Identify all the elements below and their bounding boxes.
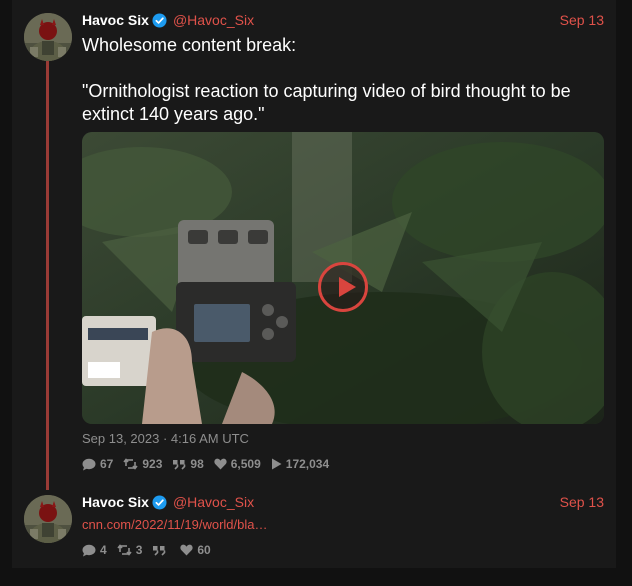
display-name[interactable]: Havoc Six	[82, 494, 149, 510]
avatar-image	[24, 13, 72, 61]
retweet-stat[interactable]: 923	[123, 457, 162, 471]
reply-count: 4	[100, 543, 107, 557]
avatar[interactable]	[24, 495, 72, 543]
avatar-image	[24, 495, 72, 543]
display-name[interactable]: Havoc Six	[82, 12, 149, 28]
tweet-text-line: Wholesome content break:	[82, 35, 297, 55]
heart-icon	[180, 544, 193, 556]
post-date[interactable]: Sep 13	[560, 12, 604, 28]
retweet-count: 3	[135, 543, 143, 557]
tweet-text-quote: "Ornithologist reaction to capturing vid…	[82, 81, 571, 124]
username-handle[interactable]: @Havoc_Six	[173, 494, 254, 510]
post-timestamp[interactable]: Sep 13, 2023 · 4:16 AM UTC	[82, 431, 249, 446]
tweet-text: Wholesome content break: "Ornithologist …	[82, 34, 592, 126]
retweet-icon	[123, 458, 138, 470]
post-header: Havoc Six @Havoc_Six	[82, 10, 254, 30]
quote-count: 98	[190, 457, 204, 471]
views-stat: 172,034	[271, 457, 329, 471]
comment-icon	[82, 458, 96, 470]
quote-stat[interactable]	[152, 545, 170, 556]
reply-stat[interactable]: 67	[82, 457, 113, 471]
like-stat[interactable]: 6,509	[214, 457, 261, 471]
avatar[interactable]	[24, 13, 72, 61]
retweet-count: 923	[142, 457, 163, 471]
article-link[interactable]: cnn.com/2022/11/19/world/bla…	[82, 517, 267, 532]
heart-icon	[214, 458, 227, 470]
view-count: 172,034	[285, 457, 330, 471]
like-count: 60	[197, 543, 211, 557]
like-stat[interactable]: 60	[180, 543, 211, 557]
retweet-icon	[117, 544, 132, 556]
reply-count: 67	[100, 457, 114, 471]
quote-icon	[173, 459, 186, 470]
verified-badge-icon	[152, 12, 167, 28]
page: Havoc Six @Havoc_Six Sep 13 Wholesome co…	[0, 0, 632, 586]
post-date[interactable]: Sep 13	[560, 494, 604, 510]
play-button[interactable]	[318, 262, 368, 312]
play-icon	[271, 458, 282, 470]
video-player[interactable]	[82, 132, 604, 424]
verified-badge-icon	[152, 494, 167, 510]
quote-stat[interactable]: 98	[172, 457, 204, 471]
reply-stat[interactable]: 4	[82, 543, 107, 557]
comment-icon	[82, 544, 96, 556]
post-stats: 67 923 98 6,509 172,034	[82, 457, 339, 471]
username-handle[interactable]: @Havoc_Six	[173, 12, 254, 28]
post-stats: 4 3 60	[82, 543, 221, 557]
like-count: 6,509	[230, 457, 261, 471]
thread-connector-line	[46, 60, 49, 490]
quote-icon	[153, 545, 166, 556]
post-header: Havoc Six @Havoc_Six	[82, 492, 254, 512]
retweet-stat[interactable]: 3	[117, 543, 143, 557]
